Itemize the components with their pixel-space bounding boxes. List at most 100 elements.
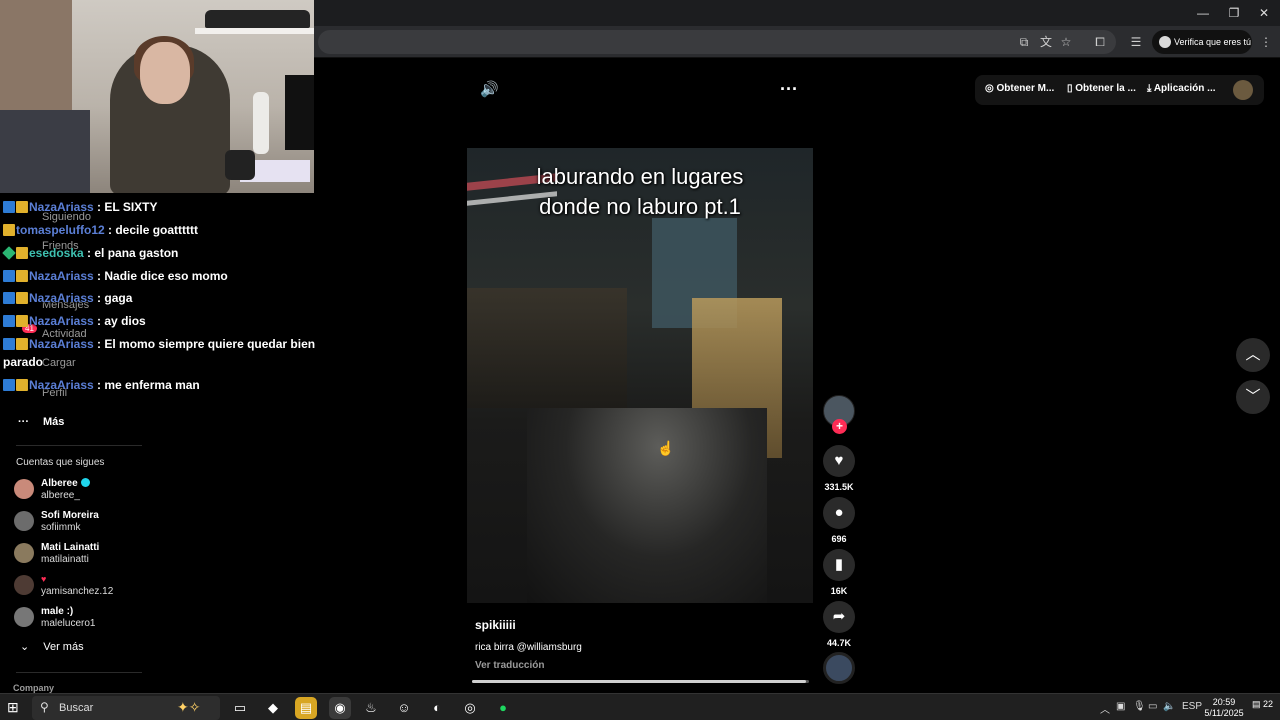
chevron-down-icon: ﹀ [1245, 388, 1261, 405]
sidebar-item-upload[interactable]: Cargar [42, 357, 76, 369]
company-link[interactable]: Company [13, 683, 54, 693]
chat-message: tomaspeluffo12 : decile goatttttt [3, 223, 198, 237]
moderator-badge-icon [3, 270, 15, 282]
close-icon[interactable]: ✕ [1249, 4, 1279, 22]
edge-icon[interactable]: ◐ [426, 697, 448, 719]
video-caption: laburando en lugares donde no laburo pt.… [467, 162, 813, 222]
followed-account[interactable]: Alberee alberee_ [14, 478, 174, 506]
chat-message: NazaAriass : ay dios [3, 314, 146, 328]
video-progress-bar[interactable] [472, 680, 809, 683]
video-author[interactable]: spikiiiii [475, 618, 516, 632]
discord-icon[interactable]: ☺ [393, 697, 415, 719]
notification-count: 22 [1263, 699, 1274, 709]
get-coins-button[interactable]: ◎ Obtener M... [985, 83, 1054, 94]
account-name: Mati Lainatti [41, 542, 100, 553]
top-actions-bar: ◎ Obtener M... ▯ Obtener la ... ⤓ Aplica… [975, 75, 1264, 105]
more-options-icon[interactable]: ··· [780, 80, 802, 98]
like-button[interactable]: ♥ [823, 445, 855, 477]
sidebar-item-more[interactable]: ··· Más [18, 413, 64, 431]
followed-account[interactable]: Mati Lainatti matilainatti [14, 542, 174, 570]
followed-account[interactable]: male :) malelucero1 [14, 606, 174, 634]
browser-menu-icon[interactable]: ⋮ [1258, 34, 1274, 50]
video-player[interactable]: laburando en lugares donde no laburo pt.… [467, 148, 813, 603]
spotify-icon[interactable]: ● [492, 697, 514, 719]
more-label: Más [43, 416, 65, 428]
subscriber-badge-icon [16, 270, 28, 282]
chrome-icon[interactable]: ◉ [329, 697, 351, 719]
microphone-icon[interactable]: 🎙 [1133, 701, 1146, 712]
prime-badge-icon [2, 246, 16, 260]
volume-icon[interactable]: 🔊 [480, 81, 499, 99]
previous-video-button[interactable]: ︿ [1236, 338, 1270, 372]
windows-start-icon[interactable]: ⊞ [7, 699, 23, 715]
download-app-button[interactable]: ⤓ Aplicación ... [1147, 83, 1216, 94]
followed-account[interactable]: Sofi Moreira sofiimmk [14, 510, 174, 538]
language-indicator[interactable]: ESP [1182, 701, 1202, 712]
like-count: 331.5K [824, 482, 854, 492]
follow-plus-icon[interactable]: + [832, 419, 847, 434]
caption-line: laburando en lugares [536, 164, 744, 189]
minimize-icon[interactable]: — [1188, 4, 1218, 22]
divider [16, 445, 142, 446]
copilot-icon[interactable]: ◆ [262, 697, 284, 719]
get-app-button[interactable]: ▯ Obtener la ... [1067, 83, 1136, 94]
cast-icon[interactable]: ⧉ [1016, 34, 1032, 50]
notifications-button[interactable]: ▤ 22 [1252, 699, 1276, 715]
account-handle: matilainatti [41, 554, 89, 565]
account-handle: yamisanchez.12 [41, 586, 114, 597]
moderator-badge-icon [3, 201, 15, 213]
music-disc-icon[interactable] [823, 652, 855, 684]
comment-count: 696 [831, 534, 847, 544]
chat-message: NazaAriass : EL SIXTY [3, 200, 158, 214]
subscriber-badge-icon [16, 338, 28, 350]
see-more-accounts[interactable]: ⌄ Ver más [20, 640, 84, 654]
moderator-badge-icon [3, 292, 15, 304]
avatar [14, 543, 34, 563]
avatar [14, 511, 34, 531]
save-count: 16K [830, 586, 848, 596]
subscriber-badge-icon [16, 315, 28, 327]
network-icon[interactable]: ▭ [1148, 701, 1157, 712]
tab-search-icon[interactable]: ☰ [1128, 34, 1144, 50]
user-avatar[interactable] [1233, 80, 1253, 100]
heart-icon: ♥ [834, 452, 844, 469]
comment-button[interactable]: ● [823, 497, 855, 529]
address-bar[interactable] [318, 30, 1116, 54]
chat-message: esedoska : el pana gaston [2, 246, 178, 260]
task-view-icon[interactable]: ▭ [229, 697, 251, 719]
subscriber-badge-icon [16, 247, 28, 259]
chat-message: NazaAriass : El momo siempre quiere qued… [3, 337, 315, 351]
taskbar-search[interactable]: ⚲ Buscar ✦✧ [32, 696, 220, 720]
profile-icon [1159, 36, 1171, 48]
subscriber-badge-icon [3, 224, 15, 236]
tray-overflow-icon[interactable]: ︿ [1100, 701, 1110, 716]
translate-icon[interactable]: 文 [1038, 34, 1054, 50]
progress-fill [472, 680, 806, 683]
chat-message: NazaAriass : Nadie dice eso momo [3, 269, 228, 283]
moderator-badge-icon [3, 379, 15, 391]
obs-icon[interactable]: ◎ [459, 697, 481, 719]
followed-account[interactable]: ♥ yamisanchez.12 [14, 574, 174, 602]
speaker-icon[interactable]: 🔈 [1163, 701, 1175, 712]
search-icon: ⚲ [40, 700, 49, 714]
translate-link[interactable]: Ver traducción [475, 660, 544, 671]
account-name: Alberee [41, 478, 90, 489]
steam-icon[interactable]: ♨ [360, 697, 382, 719]
moderator-badge-icon [3, 315, 15, 327]
divider [16, 672, 142, 673]
chat-message: NazaAriass : me enferma man [3, 378, 200, 392]
chevron-up-icon: ︿ [1245, 346, 1261, 363]
share-count: 44.7K [826, 638, 852, 648]
save-button[interactable]: ▮ [823, 549, 855, 581]
taskbar-clock[interactable]: 20:59 5/11/2025 [1204, 697, 1244, 719]
tray-app-icon[interactable]: ▣ [1116, 701, 1125, 712]
extensions-icon[interactable]: ⧠ [1092, 34, 1108, 50]
share-button[interactable]: ➦ [823, 601, 855, 633]
hand-cursor-icon: ☝ [657, 440, 675, 456]
file-explorer-icon[interactable]: ▤ [295, 697, 317, 719]
bookmark-star-icon[interactable]: ☆ [1058, 34, 1074, 50]
restore-icon[interactable]: ❐ [1219, 4, 1249, 22]
verify-identity-button[interactable]: Verifica que eres tú [1152, 30, 1252, 54]
chat-message-continuation: parado [3, 355, 44, 369]
next-video-button[interactable]: ﹀ [1236, 380, 1270, 414]
